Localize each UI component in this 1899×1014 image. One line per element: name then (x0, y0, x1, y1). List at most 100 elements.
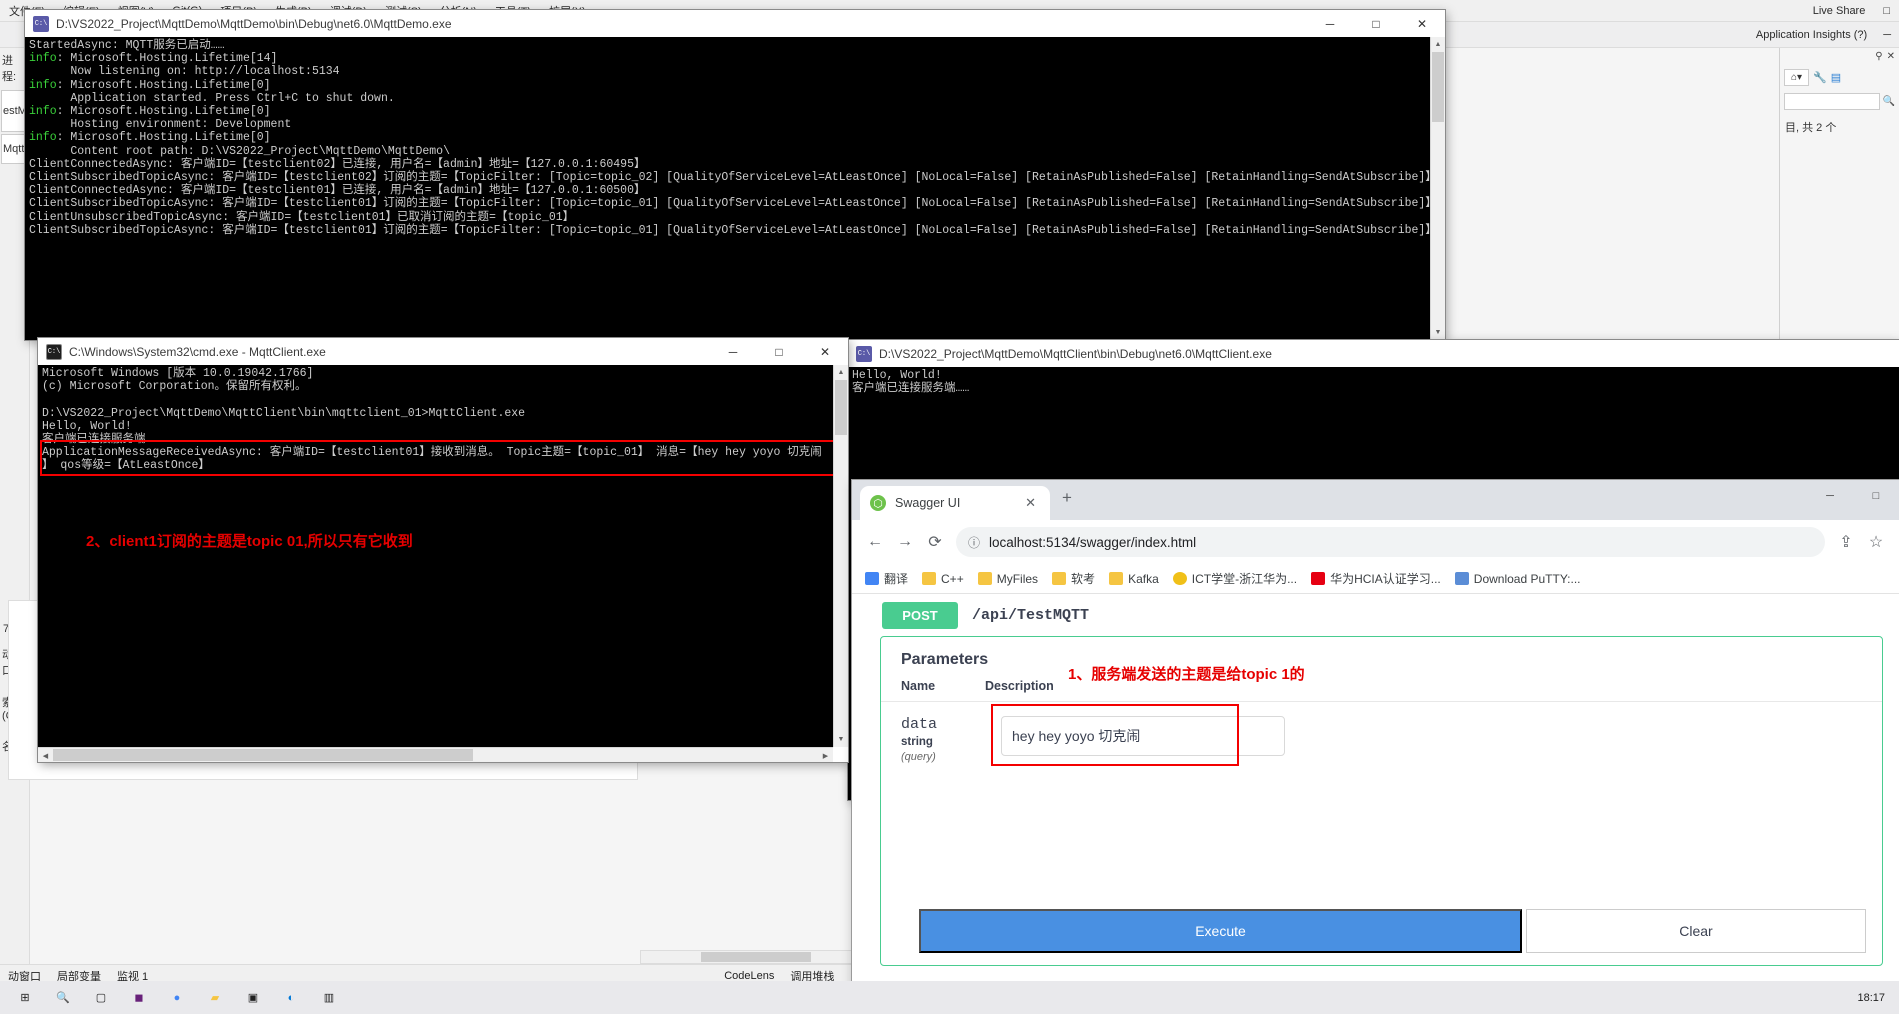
parameter-type: string (901, 736, 933, 748)
server-minimize-button[interactable]: ─ (1307, 10, 1353, 37)
bookmark-item[interactable]: 华为HCIA认证学习... (1306, 568, 1446, 589)
app-icon-terminal[interactable]: ▣ (234, 983, 272, 1013)
minimize-icon[interactable]: ─ (1875, 29, 1899, 41)
chrome-browser-window[interactable]: ⬡ Swagger UI ✕ + ─ □ ← → ⟳ ⓘ localhost:5… (852, 480, 1899, 1014)
console-app-icon: C:\ (33, 15, 49, 32)
process-item-2[interactable]: Mqtt (1, 134, 28, 164)
tab-codelens[interactable]: CodeLens (716, 970, 782, 982)
swagger-operation-body: Parameters Cancel Name Description data … (880, 636, 1883, 966)
endpoint-path: /api/TestMQTT (972, 606, 1090, 624)
scroll-down-arrow[interactable]: ▼ (1431, 325, 1445, 340)
cmd-maximize-button[interactable]: □ (756, 338, 802, 365)
panel-pin-icon[interactable]: ⚲ (1875, 51, 1882, 62)
forward-button[interactable]: → (890, 527, 920, 557)
translate-icon (865, 572, 879, 585)
console-line: ClientSubscribedTopicAsync: 客户端ID=【testc… (29, 223, 1430, 237)
share-icon[interactable]: ⇪ (1831, 527, 1861, 557)
swagger-favicon: ⬡ (870, 495, 886, 511)
bookmark-label: Download PuTTY:... (1473, 571, 1581, 586)
bookmark-label: Kafka (1128, 571, 1159, 586)
scroll-up-arrow[interactable]: ▲ (834, 365, 848, 380)
console-line: 客户端已连接服务端…… (42, 433, 160, 447)
swagger-operation-row[interactable]: POST /api/TestMQTT (852, 594, 1899, 636)
console-line: D:\VS2022_Project\MqttDemo\MqttClient\bi… (42, 406, 526, 420)
console-line: 】 qos等级=【AtLeastOnce】 (42, 459, 210, 473)
browser-minimize-button[interactable]: ─ (1807, 480, 1853, 512)
cmd-annotation-text: 2、client1订阅的主题是topic 01,所以只有它收到 (86, 533, 413, 550)
parameter-name-cell: data string (query) (901, 716, 985, 763)
server-console-scrollbar[interactable]: ▲ ▼ (1430, 37, 1445, 340)
console-app-icon: C:\ (856, 345, 872, 362)
cmd-vertical-scrollbar[interactable]: ▲ ▼ (833, 365, 848, 747)
bookmark-item[interactable]: ICT学堂-浙江华为... (1168, 568, 1302, 589)
cmd-horizontal-scrollbar[interactable]: ◀ ▶ (38, 747, 833, 762)
data-parameter-input[interactable] (1001, 716, 1285, 756)
browser-maximize-button[interactable]: □ (1853, 480, 1899, 512)
taskbar-clock[interactable]: 18:17 (1857, 992, 1899, 1004)
window-maximize-icon[interactable]: □ (1874, 5, 1899, 17)
http-method-badge: POST (882, 601, 958, 629)
console-line: info: Microsoft.Hosting.Lifetime[0] (29, 78, 271, 92)
close-tab-icon[interactable]: ✕ (1021, 495, 1040, 511)
swagger-page: POST /api/TestMQTT Parameters Cancel Nam… (852, 594, 1899, 1012)
app-insights-label[interactable]: Application Insights (?) (1748, 29, 1875, 41)
console-line: ApplicationMessageReceivedAsync: 客户端ID=【… (42, 446, 822, 460)
console-line: StartedAsync: MQTT服务已启动…… (29, 39, 225, 52)
scroll-right-arrow[interactable]: ▶ (818, 748, 833, 763)
panel-close-icon[interactable]: ✕ (1887, 51, 1895, 62)
taskview-icon[interactable]: ▢ (82, 983, 120, 1013)
client2-console-titlebar[interactable]: C:\ D:\VS2022_Project\MqttDemo\MqttClien… (848, 340, 1899, 367)
app-icon-folder[interactable]: ▰ (196, 983, 234, 1013)
server-maximize-button[interactable]: □ (1353, 10, 1399, 37)
search-icon[interactable]: 🔍 (44, 983, 82, 1013)
app-icon-vs[interactable]: ◼ (120, 983, 158, 1013)
browser-tab-title: Swagger UI (895, 496, 961, 510)
console-line: ClientConnectedAsync: 客户端ID=【testclient0… (29, 157, 646, 171)
new-tab-button[interactable]: + (1050, 488, 1084, 508)
properties-icon[interactable]: ▤ (1831, 71, 1841, 84)
process-item-1[interactable]: estMQ (1, 90, 35, 132)
bookmark-label: C++ (941, 571, 964, 586)
back-button[interactable]: ← (860, 527, 890, 557)
cmd-minimize-button[interactable]: ─ (710, 338, 756, 365)
console-line: info: Microsoft.Hosting.Lifetime[0] (29, 105, 271, 119)
execute-button[interactable]: Execute (919, 909, 1522, 953)
bookmark-item[interactable]: 软考 (1047, 568, 1100, 589)
solution-filter-button[interactable]: ⌂▾ (1784, 69, 1810, 86)
bookmark-item[interactable]: C++ (917, 570, 969, 588)
scroll-left-arrow[interactable]: ◀ (38, 748, 53, 763)
folder-icon (922, 572, 937, 585)
app-icon-misc[interactable]: ▥ (310, 983, 348, 1013)
bookmark-item[interactable]: 翻译 (860, 568, 913, 589)
bookmark-label: 软考 (1071, 572, 1096, 586)
console-line: (c) Microsoft Corporation。保留所有权利。 (42, 380, 307, 394)
reload-button[interactable]: ⟳ (920, 527, 950, 557)
app-icon-chrome[interactable]: ● (158, 983, 196, 1013)
browser-tab-swagger-ui[interactable]: ⬡ Swagger UI ✕ (860, 486, 1050, 520)
swagger-action-row: Execute Clear (919, 909, 1866, 953)
cmd-close-button[interactable]: ✕ (802, 338, 848, 365)
console-line: info: Microsoft.Hosting.Lifetime[0] (29, 131, 271, 145)
server-close-button[interactable]: ✕ (1399, 10, 1445, 37)
scroll-up-arrow[interactable]: ▲ (1431, 37, 1445, 52)
scroll-down-arrow[interactable]: ▼ (834, 732, 848, 747)
cmd-titlebar[interactable]: C:\ C:\Windows\System32\cmd.exe - MqttCl… (38, 338, 848, 365)
server-console-window[interactable]: C:\ D:\VS2022_Project\MqttDemo\MqttDemo\… (25, 10, 1445, 340)
wrench-icon[interactable]: 🔧 (1813, 71, 1827, 84)
info-circle-icon[interactable]: ⓘ (968, 534, 980, 551)
cmd-window[interactable]: C:\ C:\Windows\System32\cmd.exe - MqttCl… (38, 338, 848, 762)
address-bar[interactable]: ⓘ localhost:5134/swagger/index.html (956, 527, 1825, 557)
server-console-titlebar[interactable]: C:\ D:\VS2022_Project\MqttDemo\MqttDemo\… (25, 10, 1445, 37)
search-icon[interactable]: 🔍 (1880, 96, 1895, 107)
star-icon[interactable]: ☆ (1861, 527, 1891, 557)
clear-button[interactable]: Clear (1526, 909, 1866, 953)
start-button[interactable]: ⊞ (6, 983, 44, 1013)
browser-tab-strip: ⬡ Swagger UI ✕ + ─ □ (852, 480, 1899, 520)
bookmark-item[interactable]: Kafka (1104, 570, 1164, 588)
console-line: ClientSubscribedTopicAsync: 客户端ID=【testc… (29, 171, 1430, 185)
live-share-label[interactable]: Live Share (1804, 5, 1875, 17)
bookmark-item[interactable]: Download PuTTY:... (1450, 570, 1586, 588)
app-icon-edge[interactable]: ◐ (272, 983, 310, 1013)
bookmark-item[interactable]: MyFiles (973, 570, 1043, 588)
